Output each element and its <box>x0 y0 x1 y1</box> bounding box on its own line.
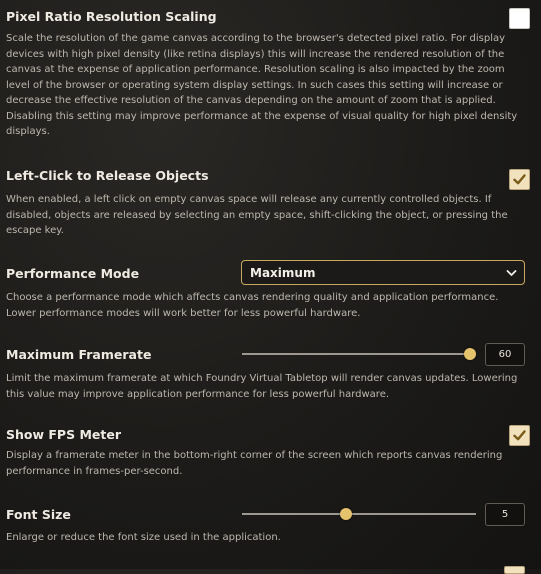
slider-thumb[interactable] <box>464 348 476 360</box>
setting-label: Performance Mode <box>6 266 140 281</box>
left-click-release-checkbox[interactable] <box>509 169 530 190</box>
pixel-ratio-checkbox[interactable] <box>509 8 530 29</box>
next-setting-checkbox[interactable] <box>504 566 525 574</box>
setting-label: Maximum Framerate <box>6 347 152 362</box>
setting-hint: When enabled, a left click on empty canv… <box>6 194 508 236</box>
setting-label: Font Size <box>6 507 71 522</box>
show-fps-checkbox[interactable] <box>509 425 530 446</box>
setting-label: Show FPS Meter <box>6 427 121 442</box>
checkmark-icon <box>513 174 526 185</box>
setting-hint: Scale the resolution of the game canvas … <box>6 33 518 137</box>
setting-label: Pixel Ratio Resolution Scaling <box>6 9 217 24</box>
setting-hint: Choose a performance mode which affects … <box>6 292 499 319</box>
checkmark-icon <box>513 430 526 441</box>
font-size-slider[interactable] <box>242 507 476 521</box>
slider-track <box>242 513 476 515</box>
slider-track <box>242 353 476 355</box>
performance-mode-select[interactable]: Maximum <box>241 260 525 285</box>
max-framerate-slider[interactable] <box>242 347 476 361</box>
slider-thumb[interactable] <box>339 508 352 520</box>
chevron-down-icon <box>506 270 517 276</box>
performance-mode-value: Maximum <box>250 265 316 280</box>
setting-hint: Limit the maximum framerate at which Fou… <box>6 373 518 400</box>
max-framerate-value[interactable]: 60 <box>485 343 525 366</box>
setting-hint: Display a framerate meter in the bottom-… <box>6 450 503 477</box>
setting-label: Left-Click to Release Objects <box>6 168 209 183</box>
font-size-value[interactable]: 5 <box>485 503 525 526</box>
setting-hint: Enlarge or reduce the font size used in … <box>6 532 281 543</box>
